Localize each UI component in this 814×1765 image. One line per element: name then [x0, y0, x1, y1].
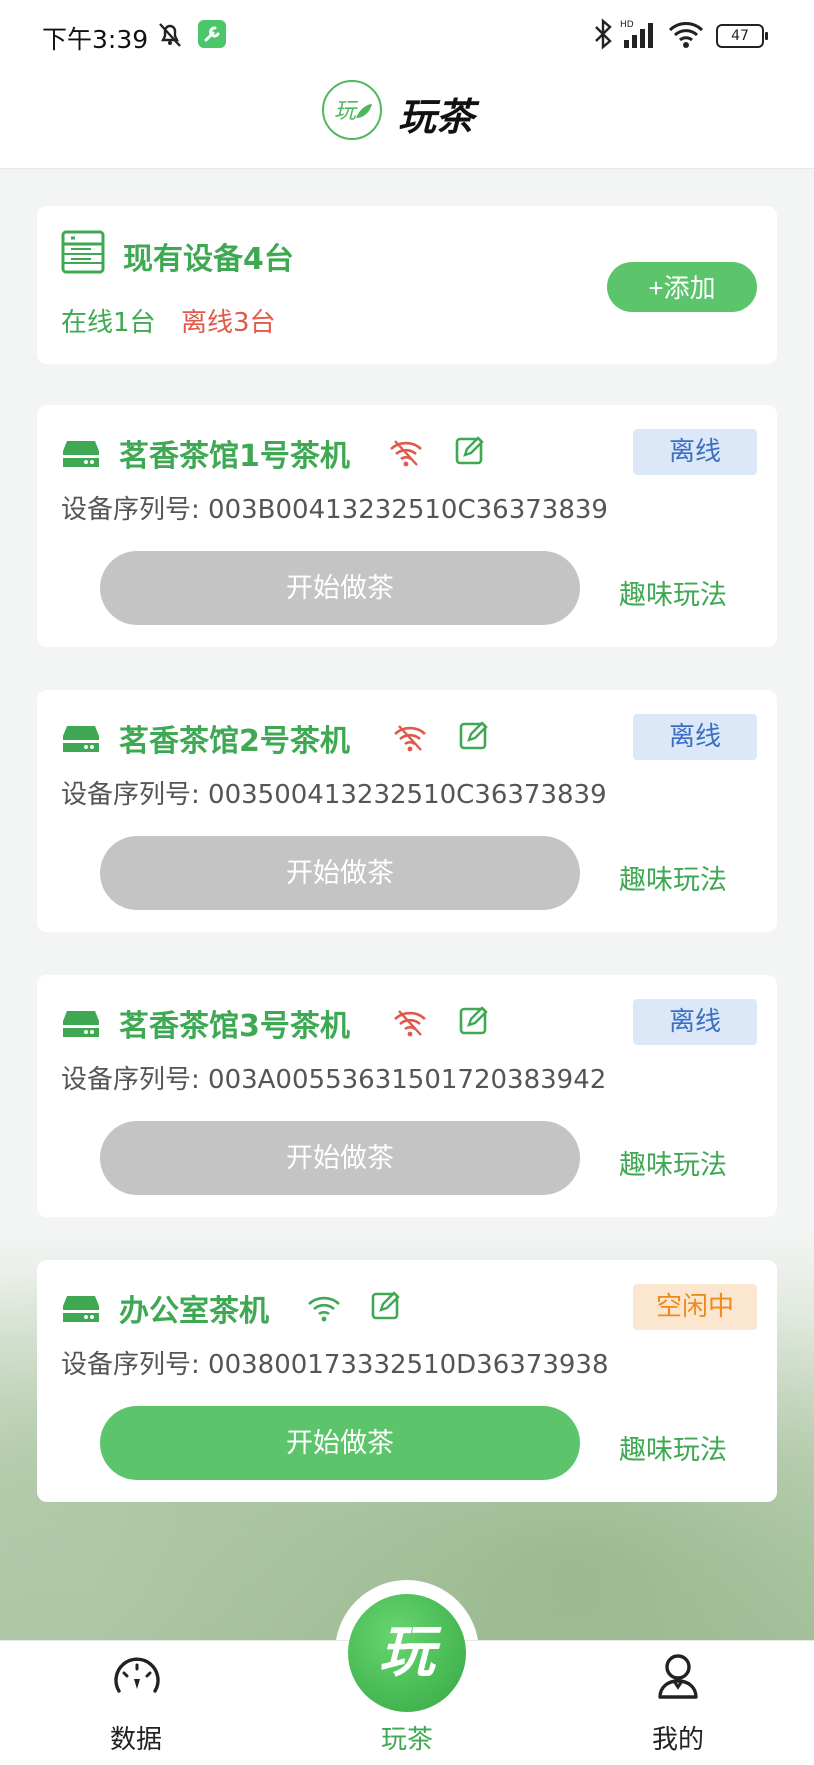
- device-card: 茗香茶馆3号茶机 离线 设备序列号: 003A00553631501720383…: [37, 975, 777, 1217]
- start-tea-button[interactable]: 开始做茶: [100, 1406, 580, 1480]
- start-tea-button[interactable]: 开始做茶: [100, 551, 580, 625]
- edit-icon[interactable]: [371, 1290, 401, 1324]
- signal-hd-icon: HD: [620, 18, 660, 54]
- status-badge: 空闲中: [633, 1284, 757, 1330]
- tab-profile[interactable]: 我的: [608, 1641, 748, 1765]
- status-badge: 离线: [633, 429, 757, 475]
- serial-number: 设备序列号: 003B00413232510C36373839: [61, 495, 608, 525]
- play-tea-icon[interactable]: 玩: [348, 1594, 466, 1712]
- serial-number: 设备序列号: 003A00553631501720383942: [61, 1065, 607, 1095]
- device-summary-card: 现有设备4台 在线1台 离线3台 +添加: [37, 206, 777, 364]
- wifi-off-icon: [393, 724, 427, 756]
- tea-machine-icon: [61, 1009, 101, 1043]
- tab-label: 我的: [651, 1725, 704, 1755]
- start-tea-button[interactable]: 开始做茶: [100, 1121, 580, 1195]
- status-bar: 下午3:39 HD 47: [0, 0, 814, 72]
- device-card: 茗香茶馆2号茶机 离线 设备序列号: 003500413232510C36373…: [37, 690, 777, 932]
- app-header: 玩 玩茶: [0, 72, 814, 169]
- start-tea-button[interactable]: 开始做茶: [100, 836, 580, 910]
- profile-icon: [656, 1651, 700, 1705]
- app-title: 玩茶: [398, 95, 475, 139]
- wifi-online-icon: [307, 1294, 341, 1326]
- status-badge: 离线: [633, 714, 757, 760]
- fun-mode-link[interactable]: 趣味玩法: [619, 858, 727, 897]
- edit-icon[interactable]: [459, 1005, 489, 1039]
- edit-icon[interactable]: [455, 435, 485, 469]
- device-name: 办公室茶机: [119, 1294, 269, 1329]
- bluetooth-icon: [592, 18, 614, 54]
- dashboard-icon: [112, 1653, 162, 1703]
- device-card: 茗香茶馆1号茶机 离线 设备序列号: 003B00413232510C36373…: [37, 405, 777, 647]
- status-time: 下午3:39: [42, 25, 149, 54]
- tab-label: 数据: [109, 1725, 162, 1755]
- device-name: 茗香茶馆1号茶机: [119, 439, 350, 474]
- tool-app-icon: [198, 20, 226, 52]
- status-badge: 离线: [633, 999, 757, 1045]
- serial-number: 设备序列号: 003800173332510D36373938: [61, 1350, 609, 1380]
- online-count: 在线1台: [61, 308, 156, 338]
- device-count-title: 现有设备4台: [123, 242, 294, 277]
- device-card: 办公室茶机 空闲中 设备序列号: 003800173332510D3637393…: [37, 1260, 777, 1502]
- edit-icon[interactable]: [459, 720, 489, 754]
- device-name: 茗香茶馆2号茶机: [119, 724, 350, 759]
- fun-mode-link[interactable]: 趣味玩法: [619, 573, 727, 612]
- fun-mode-link[interactable]: 趣味玩法: [619, 1143, 727, 1182]
- offline-count: 离线3台: [181, 308, 276, 338]
- serial-number: 设备序列号: 003500413232510C36373839: [61, 780, 607, 810]
- logo-icon: 玩: [322, 80, 382, 140]
- wifi-icon: [668, 18, 704, 54]
- tab-data[interactable]: 数据: [66, 1641, 206, 1765]
- add-device-button[interactable]: +添加: [607, 262, 757, 312]
- wifi-off-icon: [393, 1009, 427, 1041]
- tea-machine-icon: [61, 724, 101, 758]
- tea-machine-icon: [61, 1294, 101, 1328]
- fun-mode-link[interactable]: 趣味玩法: [619, 1428, 727, 1467]
- svg-text:HD: HD: [620, 20, 634, 30]
- tea-machine-icon: [61, 439, 101, 473]
- battery-icon: 47: [716, 24, 768, 48]
- device-name: 茗香茶馆3号茶机: [119, 1009, 350, 1044]
- wifi-off-icon: [389, 439, 423, 471]
- tab-label: 玩茶: [380, 1725, 433, 1755]
- svg-text:玩: 玩: [334, 99, 359, 124]
- mute-icon: [154, 18, 186, 54]
- device-list-icon: [61, 230, 105, 278]
